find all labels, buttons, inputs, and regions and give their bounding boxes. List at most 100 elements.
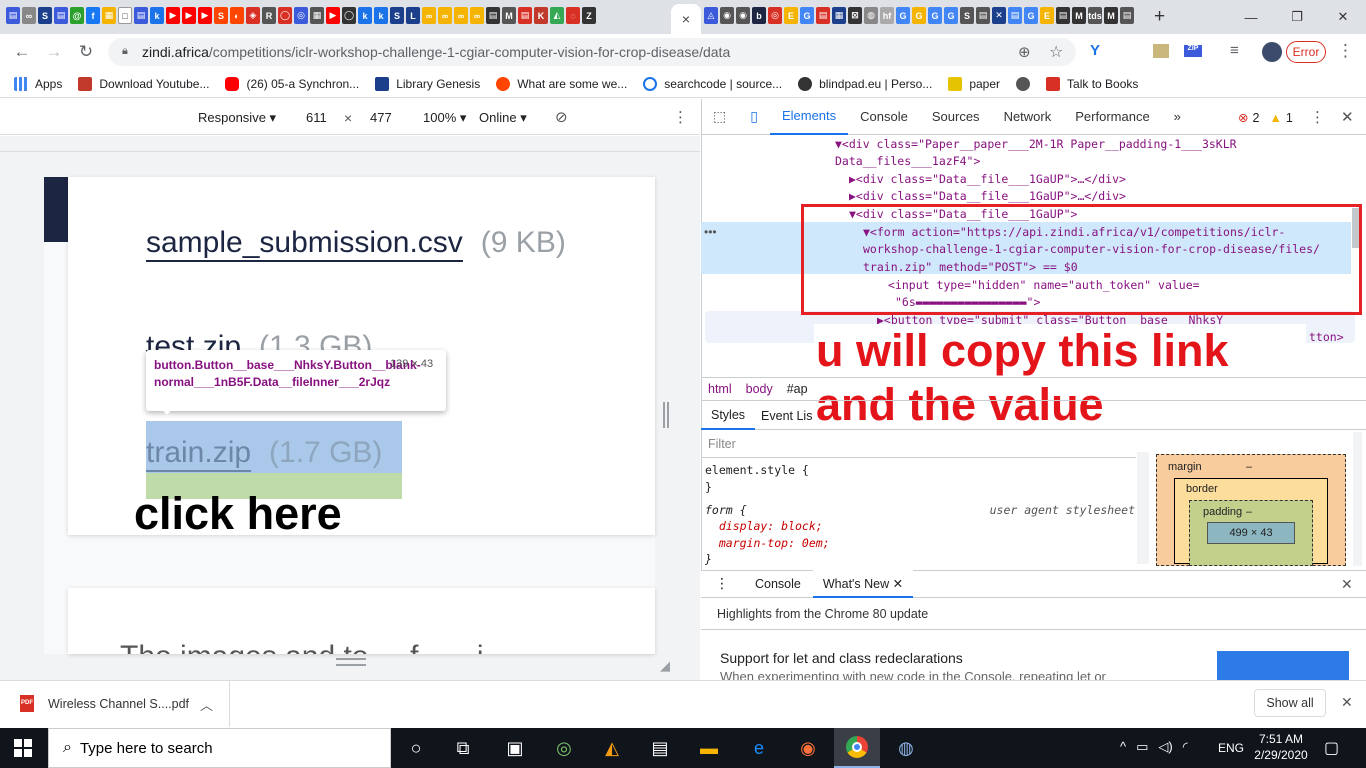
tab-elements[interactable]: Elements [769,99,849,135]
volume-icon[interactable]: ◁) [1158,739,1172,755]
bookmark-library-genesis[interactable]: Library Genesis [375,76,480,91]
language-indicator[interactable]: ENG [1218,741,1244,755]
breadcrumb-item[interactable]: body [746,382,773,396]
edge-icon[interactable]: e [736,728,782,768]
bottom-resize-handle[interactable] [336,658,366,666]
devtools-close-icon[interactable]: ✕ [1341,108,1354,126]
bookmark-talk-to-books[interactable]: Talk to Books [1046,76,1138,91]
chevron-up-icon[interactable]: ︿ [200,695,213,714]
android-studio-icon[interactable]: ◎ [541,728,587,768]
chrome-menu-icon[interactable]: ⋮ [1337,41,1354,61]
window-close-icon[interactable]: ✕ [1320,0,1366,34]
devtools-menu-icon[interactable]: ⋮ [1310,108,1325,126]
bookmark-searchcode[interactable]: searchcode | source... [643,76,782,91]
tab-favicons[interactable]: ▤ ∞ S ▤ @ f ▦ □ ▤ k ▶ ▶ ▶ S ◐ ◈ R ◯ ◎ ▦ ▶ ◯ k k S L ∞ ∞ ∞ ∞ ▤ M ▤ K ◭ ◌ Z [6,7,596,27]
drawer-tab-console[interactable]: Console [743,577,813,591]
app-icon-monitor[interactable]: ▣ [492,728,538,768]
bookmark-paper[interactable]: paper [948,76,1000,91]
download-filename[interactable]: Wireless Channel S....pdf [48,697,189,711]
bookmark-download-youtube[interactable]: Download Youtube... [78,76,209,91]
chrome-taskbar-icon[interactable] [834,728,880,768]
download-bar-close-icon[interactable]: ✕ [1341,694,1353,711]
task-view-icon[interactable]: ⧉ [440,728,486,768]
forward-icon[interactable]: → [42,40,66,64]
drawer-close-icon[interactable]: ✕ [1341,576,1353,593]
bookmark-synchron[interactable]: (26) 05-a Synchron... [225,76,359,91]
battery-icon[interactable]: ▭ [1136,739,1148,755]
avatar[interactable] [1262,42,1282,62]
breadcrumb-item[interactable]: html [708,382,732,396]
bookmark-apps[interactable]: Apps [14,76,62,91]
image-extension-icon[interactable] [1153,44,1169,58]
close-tab-icon[interactable]: ✕ [893,577,903,591]
file-link[interactable]: sample_submission.csv [146,226,463,262]
corner-resize-handle[interactable]: ◢ [660,658,670,674]
show-all-button[interactable]: Show all [1254,689,1326,717]
bookmark-globe[interactable] [1016,76,1031,91]
file-row-test[interactable]: test.zip (1.3 GB) [146,330,372,352]
viewport-height-input[interactable]: 477 [362,104,404,130]
reading-list-icon[interactable]: ≡ [1230,42,1239,59]
lock-icon[interactable]: 🔒︎ [122,45,128,58]
device-mode-select[interactable]: Responsive ▾ [198,110,276,126]
styles-scrollbar[interactable] [1137,452,1149,564]
viewport-resize-handle[interactable] [663,402,669,428]
system-tray[interactable]: ^ ▭ ◁) ◜ [1120,739,1188,755]
inspect-element-icon[interactable]: ⬚ [701,99,738,135]
styles-filter-input[interactable]: Filter [701,432,1136,458]
back-icon[interactable]: ← [10,40,34,64]
new-tab-button[interactable]: + [1154,6,1165,28]
zoom-select[interactable]: 100% ▾ [423,110,466,126]
notifications-icon[interactable]: ▢ [1324,738,1339,758]
url-text[interactable]: zindi.africa/competitions/iclr-workshop-… [142,44,730,60]
chevron-up-icon[interactable]: ^ [1120,739,1126,755]
file-row-train[interactable]: train.zip (1.7 GB) [146,436,382,472]
bookmark-reddit[interactable]: What are some we... [496,76,627,91]
zip-extension-icon[interactable]: ZIP [1184,45,1202,57]
drawer-menu-icon[interactable]: ⋮ [701,575,743,592]
tab-sources[interactable]: Sources [920,99,992,135]
taskbar-clock[interactable]: 7:51 AM 2/29/2020 [1250,731,1312,763]
viewport-width-input[interactable]: 611 [296,104,338,130]
file-link[interactable]: train.zip [146,436,252,472]
bookmark-blindpad[interactable]: blindpad.eu | Perso... [798,76,932,91]
breadcrumb-item[interactable]: #ap [787,382,808,396]
paint-icon[interactable]: ◍ [883,728,929,768]
dom-line[interactable]: ▼<div class="Paper__paper___2M-1R Paper_… [835,136,1237,154]
network-throttle-select[interactable]: Online ▾ [479,110,527,126]
issue-counters[interactable]: ⊗ 2 ▲ 1 [1238,110,1293,126]
device-menu-icon[interactable]: ⋮ [673,108,688,126]
tab-favicons-right[interactable]: ◬ ◉ ◉ b ◎ E G ▤ ▦ ⊠ ◍ hf G G G G S ▤ ✕ ▤ G E ▤ Mtds M ▤ [704,7,1134,24]
styles-pane[interactable]: element.style { } form {user agent style… [705,462,1135,568]
file-link[interactable]: test.zip [146,330,242,352]
reload-icon[interactable]: ↻ [74,40,98,64]
whats-new-title[interactable]: Support for let and class redeclarations [720,650,963,666]
file-row-sample-submission[interactable]: sample_submission.csv (9 KB) [146,226,566,262]
windows-start-icon[interactable] [14,739,32,757]
active-tab[interactable]: × [671,4,701,34]
more-tabs-icon[interactable]: » [1162,99,1193,135]
dom-line[interactable]: tton> [1309,329,1344,347]
dom-line[interactable]: Data__files___1azF4"> [835,153,980,171]
device-toggle-icon[interactable]: ▯ [738,99,770,135]
firefox-icon[interactable]: ◉ [785,728,831,768]
wifi-icon[interactable]: ◜ [1183,739,1188,755]
tab-network[interactable]: Network [992,99,1064,135]
media-query-ruler[interactable] [0,136,700,152]
tab-event-listeners[interactable]: Event Lis [755,409,818,423]
taskbar-search-input[interactable]: ⌕ Type here to search [48,728,391,768]
drawer-tab-whats-new[interactable]: What's New ✕ [812,569,914,598]
dom-line[interactable]: ▶<div class="Data__file___1GaUP">…</div> [849,171,1126,189]
rotate-icon[interactable]: ⊘ [555,108,568,126]
tab-performance[interactable]: Performance [1063,99,1161,135]
bookmark-star-icon[interactable]: ☆ [1049,42,1063,62]
file-explorer-icon[interactable]: ▬ [686,728,732,768]
minimize-icon[interactable]: — [1228,0,1274,34]
profile-error-button[interactable]: Error [1286,41,1326,63]
restore-icon[interactable]: ❐ [1274,0,1320,34]
tab-styles[interactable]: Styles [701,402,756,430]
matlab-icon[interactable]: ◭ [589,728,635,768]
close-tab-icon[interactable]: × [682,11,690,27]
zoom-icon[interactable]: ⊕ [1018,43,1031,61]
tab-console[interactable]: Console [848,99,920,135]
